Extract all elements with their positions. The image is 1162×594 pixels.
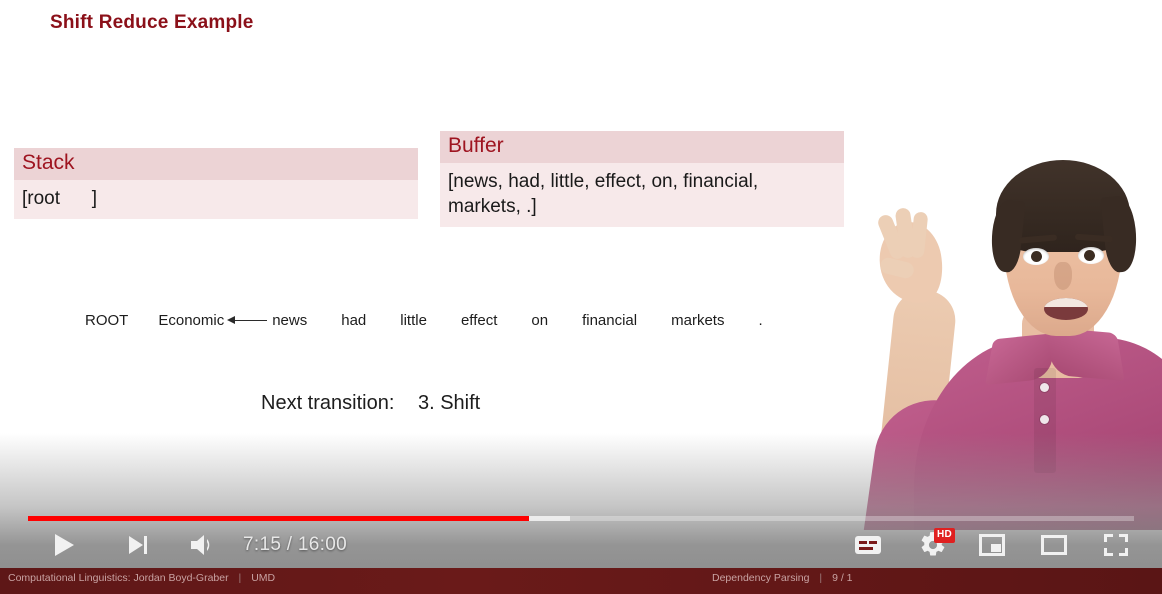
footer-topic: Dependency Parsing xyxy=(712,572,810,584)
time-current-total: 7:15 / 16:00 xyxy=(243,534,347,555)
token-had: had xyxy=(341,312,367,329)
fullscreen-icon xyxy=(1103,533,1129,557)
footer-right: Dependency Parsing | 9 / 1 xyxy=(712,572,853,584)
next-video-button[interactable] xyxy=(118,522,158,568)
fullscreen-button[interactable] xyxy=(1096,522,1136,568)
theater-mode-button[interactable] xyxy=(1034,522,1074,568)
next-transition-label: Next transition: xyxy=(261,392,395,414)
next-track-icon xyxy=(126,534,150,556)
presenter-video xyxy=(862,130,1162,530)
captions-button[interactable] xyxy=(848,522,888,568)
dependency-arrow-icon xyxy=(226,315,270,327)
token-markets: markets xyxy=(671,312,725,329)
dependency-sentence: ROOT Economic news had little effect on … xyxy=(85,312,763,329)
volume-button[interactable] xyxy=(183,522,223,568)
progress-played xyxy=(28,516,530,521)
token-effect: effect xyxy=(460,312,498,329)
stack-panel: Stack [root ] xyxy=(14,148,418,219)
buffer-contents: [news, had, little, effect, on, financia… xyxy=(440,162,844,227)
video-player: Shift Reduce Example Stack [root ] Buffe… xyxy=(0,0,1162,594)
token-period: . xyxy=(758,312,763,329)
play-button[interactable] xyxy=(44,522,84,568)
footer-institution: UMD xyxy=(251,572,276,584)
next-transition-value: 3. Shift xyxy=(417,392,481,414)
player-controls: 7:15 / 16:00 HD xyxy=(0,522,1162,568)
buffer-panel: Buffer [news, had, little, effect, on, f… xyxy=(440,131,844,227)
buffer-heading: Buffer xyxy=(440,131,844,163)
next-transition: Next transition: 3. Shift xyxy=(261,392,480,415)
progress-bar[interactable] xyxy=(28,516,1134,521)
slide-footer: Computational Linguistics: Jordan Boyd-G… xyxy=(0,568,1162,594)
footer-left-separator: | xyxy=(238,572,242,584)
footer-course-title: Computational Linguistics: Jordan Boyd-G… xyxy=(8,572,229,584)
token-on: on xyxy=(531,312,549,329)
token-root: ROOT xyxy=(85,312,129,329)
page-title: Shift Reduce Example xyxy=(50,12,254,33)
token-news: news xyxy=(272,312,308,329)
closed-captions-icon xyxy=(854,535,882,555)
settings-button[interactable]: HD xyxy=(910,522,956,568)
footer-slide-number: 9 / 1 xyxy=(832,572,853,584)
hd-badge: HD xyxy=(934,528,956,543)
stack-contents: [root ] xyxy=(14,179,418,219)
volume-icon xyxy=(189,533,217,557)
time-display: 7:15 / 16:00 xyxy=(243,522,347,568)
miniplayer-icon xyxy=(979,534,1005,556)
play-icon xyxy=(51,532,77,558)
footer-left: Computational Linguistics: Jordan Boyd-G… xyxy=(8,572,275,584)
token-financial: financial xyxy=(582,312,638,329)
token-economic: Economic xyxy=(158,312,225,329)
theater-icon xyxy=(1041,535,1067,555)
miniplayer-button[interactable] xyxy=(972,522,1012,568)
slide-canvas: Shift Reduce Example Stack [root ] Buffe… xyxy=(0,0,1162,594)
footer-right-separator: | xyxy=(819,572,823,584)
token-little: little xyxy=(400,312,427,329)
stack-heading: Stack xyxy=(14,148,418,180)
